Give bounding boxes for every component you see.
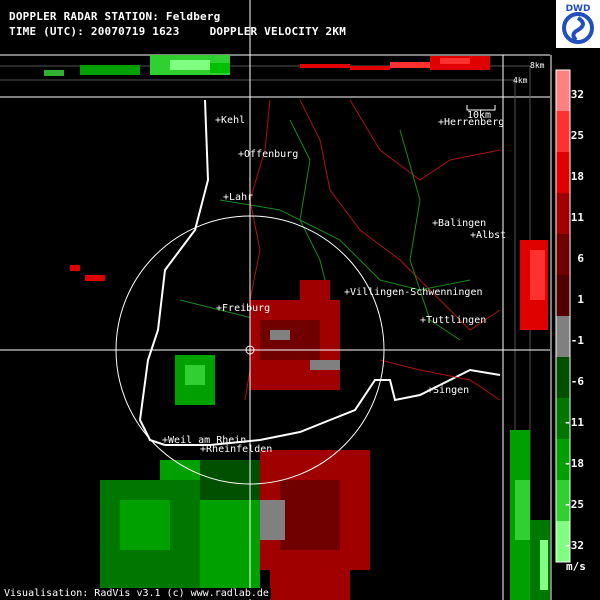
city-lahr: +Lahr	[223, 192, 254, 203]
altitude-marker-mid: 4km	[513, 76, 528, 85]
city-rheinfelden: +Rheinfelden	[200, 444, 273, 455]
colorbar-tick-label: 6	[577, 251, 584, 265]
right-profile-strip	[502, 55, 552, 600]
colorbar-tick-label: -11	[564, 415, 584, 429]
city-balingen: +Balingen	[432, 218, 487, 229]
credit-line: Visualisation: RadVis v3.1 (c) www.radla…	[2, 588, 271, 599]
colorbar	[556, 70, 570, 563]
colorbar-tick-label: 1	[577, 292, 584, 306]
dwd-logo-icon: DWD	[556, 0, 600, 48]
product-label: DOPPLER VELOCITY 2KM	[209, 25, 347, 38]
city-tuttlingen: +Tuttlingen	[420, 315, 487, 326]
colorbar-tick-label: 18	[570, 169, 584, 183]
colorbar-tick-label: -25	[564, 497, 584, 511]
station-title: DOPPLER RADAR STATION: Feldberg	[9, 10, 221, 23]
colorbar-tick-label: 25	[570, 128, 584, 142]
colorbar-tick-label: -6	[570, 374, 584, 388]
colorbar-tick-label: 32	[570, 87, 584, 101]
time-label: TIME (UTC): 20070719 1623	[9, 25, 180, 38]
colorbar-tick-label: -1	[570, 333, 584, 347]
altitude-marker-top: 8km	[530, 61, 545, 70]
colorbar-tick-label: -18	[564, 456, 584, 470]
dwd-logo-graphic: DWD	[562, 4, 594, 44]
top-profile-strip	[0, 54, 550, 98]
city-singen: +Singen	[427, 385, 470, 396]
city-villingen-schwenningen: +Villingen-Schwenningen	[344, 287, 483, 298]
colorbar-unit: m/s	[566, 560, 586, 573]
scale-bar-label: 10km	[467, 110, 492, 121]
colorbar-tick-label: -32	[564, 538, 584, 552]
city-albst: +Albst	[470, 230, 507, 241]
city-offenburg: +Offenburg	[238, 149, 299, 160]
city-freiburg: +Freiburg	[216, 303, 271, 314]
radar-map	[0, 0, 571, 600]
city-kehl: +Kehl	[215, 115, 246, 126]
time-product-line: TIME (UTC): 20070719 1623 DOPPLER VELOCIT…	[9, 25, 346, 38]
radar-echoes	[70, 265, 370, 600]
colorbar-tick-label: 11	[570, 210, 584, 224]
